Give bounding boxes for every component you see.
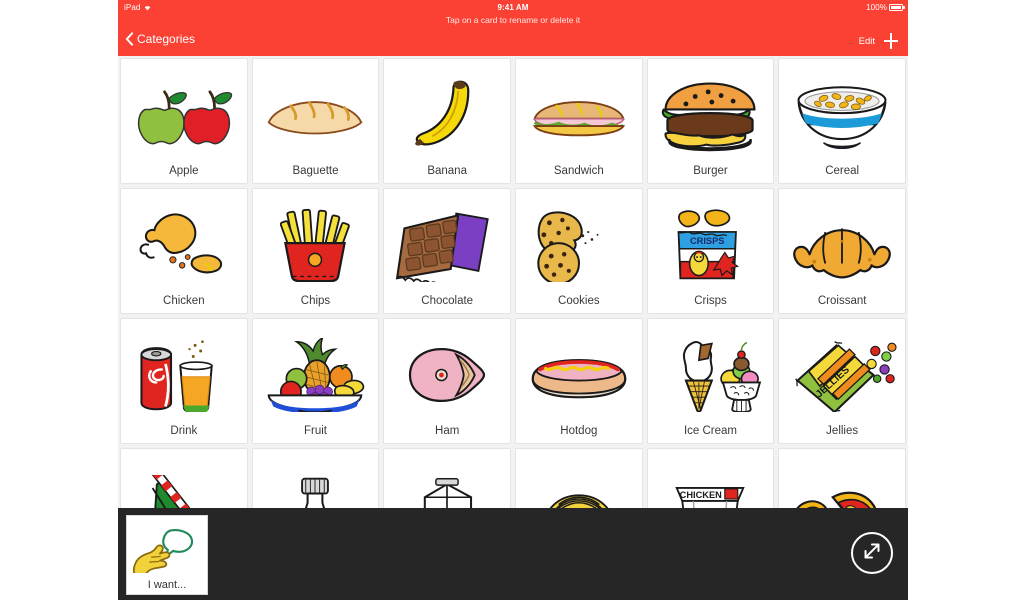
expand-button[interactable] bbox=[851, 532, 893, 574]
card-baguette[interactable]: Baguette bbox=[251, 58, 380, 184]
sentence-card-label: I want... bbox=[147, 579, 187, 591]
card-banana[interactable]: Banana bbox=[383, 58, 511, 184]
hotdog-icon bbox=[516, 319, 642, 424]
top-bar: iPad 9:41 AM 100% Tap on a card to renam… bbox=[118, 0, 908, 56]
can-and-glass-icon bbox=[121, 319, 247, 424]
sandwich-icon bbox=[516, 59, 642, 164]
card-label: Crisps bbox=[694, 295, 727, 307]
cookies-icon bbox=[516, 189, 642, 294]
card-cereal[interactable]: Cereal bbox=[778, 58, 906, 184]
card-label: Banana bbox=[427, 165, 467, 177]
chocolate-bar-icon bbox=[384, 189, 510, 294]
add-card-button[interactable] bbox=[883, 32, 899, 50]
card-sandwich[interactable]: Sandwich bbox=[515, 58, 643, 184]
card-label: Hotdog bbox=[560, 425, 598, 437]
card-label: Croissant bbox=[817, 295, 867, 307]
edit-button[interactable]: Edit bbox=[859, 36, 875, 47]
back-button[interactable]: Categories bbox=[125, 32, 195, 46]
sentence-card-i-want[interactable]: I want... bbox=[126, 515, 208, 595]
cereal-bowl-icon bbox=[779, 59, 905, 164]
jellies-packet-icon: JELLIES bbox=[779, 319, 905, 424]
baguette-icon bbox=[253, 59, 379, 164]
card-label: Baguette bbox=[292, 165, 339, 177]
status-bar-right: 100% bbox=[866, 2, 905, 12]
card-hotdog[interactable]: Hotdog bbox=[515, 318, 643, 444]
apple-icon bbox=[121, 59, 247, 164]
card-apple[interactable]: Apple bbox=[120, 58, 248, 184]
chicken-drumstick-icon bbox=[121, 189, 247, 294]
expand-diagonal-icon bbox=[860, 539, 884, 568]
card-fruit[interactable]: Fruit bbox=[251, 318, 380, 444]
crisps-packet-icon: CRISPS bbox=[648, 189, 774, 294]
card-label: Ice Cream bbox=[683, 425, 738, 437]
croissant-icon bbox=[779, 189, 905, 294]
status-bar: iPad 9:41 AM 100% bbox=[118, 0, 908, 14]
card-croissant[interactable]: Croissant bbox=[778, 188, 906, 314]
card-grid: Apple Baguette Banana Sandwich Burger Ce… bbox=[118, 56, 908, 574]
fruit-bowl-icon bbox=[253, 319, 379, 424]
edit-hint-text: Tap on a card to rename or delete it bbox=[445, 15, 581, 25]
card-label: Cookies bbox=[558, 295, 600, 307]
chicken-box-text: CHICKEN bbox=[680, 490, 722, 500]
status-bar-time: 9:41 AM bbox=[497, 2, 529, 12]
card-chips[interactable]: Chips bbox=[251, 188, 380, 314]
hand-speech-icon bbox=[131, 516, 203, 579]
banana-icon bbox=[384, 59, 510, 164]
card-ham[interactable]: Ham bbox=[383, 318, 511, 444]
card-chocolate[interactable]: Chocolate bbox=[383, 188, 511, 314]
card-label: Drink bbox=[170, 425, 198, 437]
card-label: Sandwich bbox=[553, 165, 604, 177]
card-ice-cream[interactable]: Ice Cream bbox=[646, 318, 775, 444]
chevron-left-icon bbox=[125, 32, 134, 46]
back-button-label: Categories bbox=[137, 32, 196, 46]
card-label: Chicken bbox=[163, 295, 205, 307]
battery-full-icon bbox=[889, 3, 905, 11]
card-drink[interactable]: Drink bbox=[120, 318, 248, 444]
card-label: Ham bbox=[435, 425, 460, 437]
ham-icon bbox=[384, 319, 510, 424]
card-label: Fruit bbox=[303, 425, 327, 437]
card-jellies[interactable]: JELLIES Jellies bbox=[778, 318, 906, 444]
crisps-packet-text: CRISPS bbox=[690, 236, 724, 246]
card-chicken[interactable]: Chicken bbox=[120, 188, 248, 314]
card-label: Chips bbox=[300, 295, 331, 307]
ice-cream-icon bbox=[648, 319, 774, 424]
card-burger[interactable]: Burger bbox=[646, 58, 775, 184]
fries-icon bbox=[253, 189, 379, 294]
ipad-screen: iPad 9:41 AM 100% Tap on a card to renam… bbox=[118, 0, 908, 600]
card-label: Cereal bbox=[825, 165, 860, 177]
card-label: Burger bbox=[693, 165, 728, 177]
card-crisps[interactable]: CRISPS Crisps bbox=[646, 188, 775, 314]
sentence-bar: I want... bbox=[118, 508, 908, 600]
card-label: Apple bbox=[169, 165, 199, 177]
card-cookies[interactable]: Cookies bbox=[515, 188, 643, 314]
battery-percent-label: 100% bbox=[866, 2, 887, 12]
card-label: Jellies bbox=[826, 425, 859, 437]
card-label: Chocolate bbox=[421, 295, 474, 307]
navigation-bar: Categories Edit bbox=[118, 28, 908, 56]
burger-icon bbox=[648, 59, 774, 164]
